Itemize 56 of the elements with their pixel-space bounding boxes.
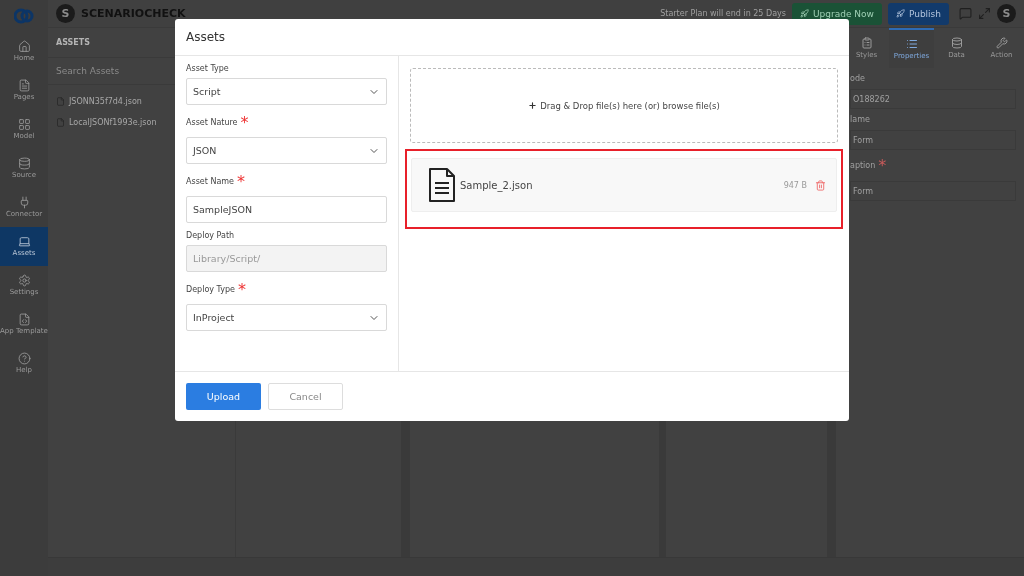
grid-icon (17, 118, 31, 132)
property-field[interactable]: Form (850, 181, 1016, 201)
delete-icon[interactable] (815, 179, 826, 191)
dialog-title: Assets (186, 30, 226, 44)
field-label: Deploy Type (186, 285, 235, 294)
file-icon (56, 97, 65, 106)
clipboard-icon (860, 37, 873, 49)
file-icon (56, 118, 65, 127)
chat-icon[interactable] (959, 7, 972, 20)
database-icon (950, 37, 963, 49)
field-label: Deploy Path (186, 231, 235, 240)
document-icon (17, 313, 31, 327)
database-icon (17, 157, 31, 171)
input-field[interactable]: SampleJSON (186, 196, 387, 223)
plan-notice: Starter Plan will end in 25 Days (660, 9, 786, 18)
settings-icon (17, 274, 31, 288)
help-icon (17, 352, 31, 366)
panel-title: ASSETS (56, 38, 91, 47)
file-name[interactable]: LocalJSONf1993e.json (69, 118, 157, 127)
field-label: Asset Nature (186, 118, 238, 127)
select-field[interactable]: Script (186, 78, 387, 105)
field-label: aption (850, 161, 876, 170)
required-mark: * (237, 172, 245, 191)
rocket-icon (895, 9, 905, 18)
document-icon (428, 167, 456, 203)
tools-icon (995, 37, 1008, 49)
upload-button[interactable]: Upload (186, 383, 261, 410)
file-name[interactable]: JSONN35f7d4.json (69, 97, 142, 106)
laptop-icon (17, 235, 31, 249)
field-label: lame (850, 115, 870, 124)
required-mark: * (240, 113, 249, 132)
rocket-icon (799, 9, 809, 18)
user-avatar[interactable]: S (997, 4, 1016, 23)
field-label: Asset Type (186, 64, 229, 73)
plus-icon (528, 101, 538, 110)
logo-icon (14, 8, 34, 24)
property-field[interactable]: O188262 (850, 89, 1016, 109)
select-field[interactable]: InProject (186, 304, 387, 331)
file-name: Sample_2.json (460, 179, 533, 191)
field-label: Asset Name (186, 177, 234, 186)
cancel-button[interactable]: Cancel (268, 383, 343, 410)
field-label: ode (850, 74, 865, 83)
drop-hint: Drag & Drop file(s) here (or) browse file(s) (540, 100, 720, 111)
required-mark: * (878, 156, 887, 175)
page-icon (17, 79, 31, 93)
property-field[interactable]: Form (850, 130, 1016, 150)
publish-button[interactable]: Publish (887, 2, 949, 25)
list-icon (905, 38, 918, 50)
required-mark: * (237, 280, 246, 299)
select-field[interactable]: JSON (186, 137, 387, 164)
brand-logo: S (56, 4, 75, 23)
drop-zone[interactable]: Drag & Drop file(s) here (or) browse file(s) (410, 68, 838, 143)
fullscreen-icon[interactable] (978, 7, 991, 20)
file-size: 947 B (783, 180, 807, 190)
input-field: Library/Script/ (186, 245, 387, 272)
home-icon (17, 40, 31, 54)
